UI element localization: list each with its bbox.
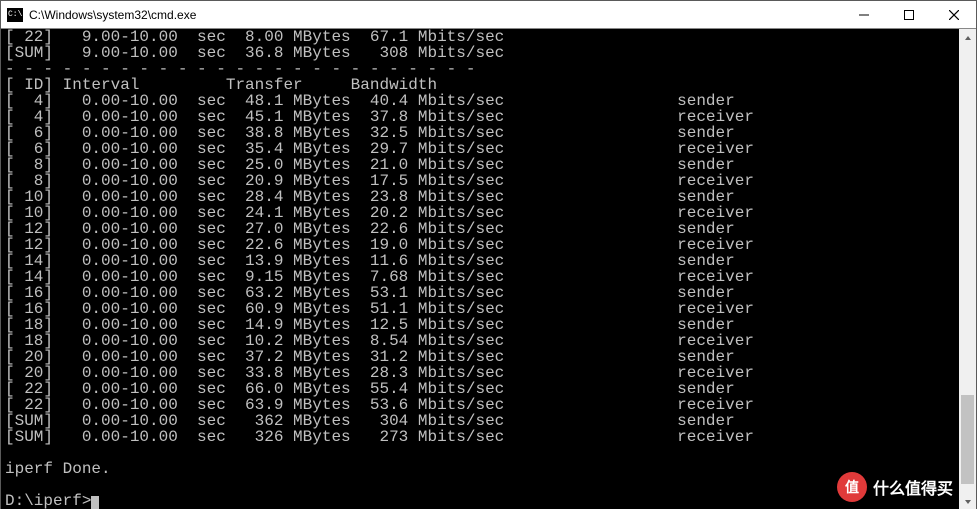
vertical-scrollbar[interactable] [959, 29, 976, 509]
window-title: C:\Windows\system32\cmd.exe [29, 8, 196, 22]
scroll-track[interactable] [959, 46, 976, 493]
cmd-icon [7, 8, 23, 22]
scroll-thumb[interactable] [961, 395, 974, 484]
close-button[interactable] [931, 1, 976, 29]
minimize-button[interactable] [841, 1, 886, 29]
terminal-output[interactable]: [ 22] 9.00-10.00 sec 8.00 MBytes 67.1 Mb… [1, 29, 959, 509]
terminal-viewport[interactable]: [ 22] 9.00-10.00 sec 8.00 MBytes 67.1 Mb… [1, 29, 959, 509]
scroll-down-button[interactable] [959, 493, 976, 509]
cursor [91, 496, 99, 509]
scroll-up-button[interactable] [959, 29, 976, 46]
cmd-window: C:\Windows\system32\cmd.exe [ 22] 9.00-1… [0, 0, 977, 509]
client-area: [ 22] 9.00-10.00 sec 8.00 MBytes 67.1 Mb… [1, 29, 976, 509]
maximize-button[interactable] [886, 1, 931, 29]
titlebar[interactable]: C:\Windows\system32\cmd.exe [1, 1, 976, 29]
